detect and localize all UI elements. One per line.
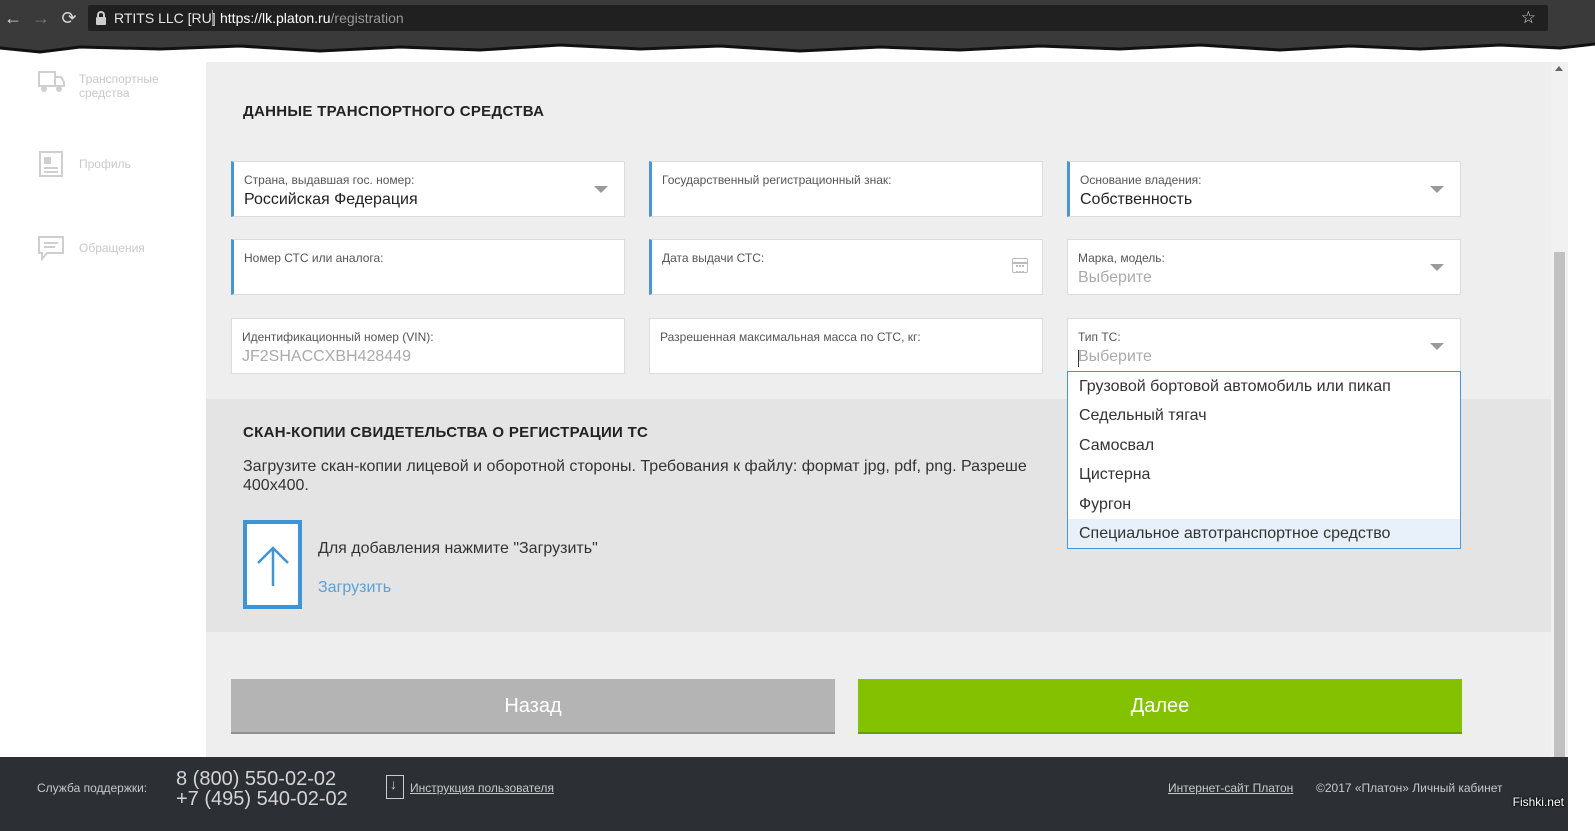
watermark: Fishki.net (1512, 795, 1564, 809)
download-doc-icon[interactable] (386, 775, 404, 799)
sidebar-item-vehicles[interactable]: Транспортные средства (37, 68, 197, 108)
scroll-up-arrow-icon[interactable] (1555, 66, 1563, 71)
scrollbar-thumb[interactable] (1554, 252, 1565, 757)
upload-arrow-icon (257, 546, 289, 586)
sidebar-item-requests[interactable]: Обращения (37, 234, 197, 274)
upload-link[interactable]: Загрузить (318, 579, 391, 597)
scan-requirements-text: Загрузите скан-копии лицевой и оборотной… (243, 458, 1027, 475)
sidebar-item-label: Профиль (79, 157, 131, 171)
copyright-text: ©2017 «Платон» Личный кабинет (1316, 781, 1503, 795)
dropdown-option[interactable]: Цистерна (1068, 460, 1460, 489)
browser-toolbar: ← → ⟳ RTITS LLC [RU] https://lk.platon.r… (0, 0, 1595, 36)
country-select[interactable]: Страна, выдавшая гос. номер: Российская … (231, 161, 625, 217)
plate-number-input[interactable]: Государственный регистрационный знак: (649, 161, 1043, 217)
certificate-name: RTITS LLC [RU] (114, 10, 216, 26)
torn-edge (0, 36, 1595, 62)
chevron-down-icon (1430, 343, 1444, 350)
lock-icon (96, 11, 106, 25)
sts-number-input[interactable]: Номер СТС или аналога: (231, 239, 625, 295)
calendar-icon[interactable] (1012, 258, 1028, 273)
profile-icon (39, 151, 63, 177)
ownership-select[interactable]: Основание владения: Собственность (1067, 161, 1461, 217)
vehicle-type-select[interactable]: Тип ТС: Выберите (1067, 318, 1461, 374)
dropdown-option[interactable]: Фургон (1068, 490, 1460, 519)
message-icon (38, 236, 64, 262)
address-bar[interactable]: RTITS LLC [RU] https://lk.platon.ru/regi… (88, 5, 1548, 31)
platon-site-link[interactable]: Интернет-сайт Платон (1168, 781, 1293, 795)
upload-hint: Для добавления нажмите "Загрузить" (318, 540, 598, 557)
footer: Служба поддержки: 8 (800) 550-02-02 +7 (… (0, 757, 1568, 831)
scan-section-title: СКАН-КОПИИ СВИДЕТЕЛЬСТВА О РЕГИСТРАЦИИ Т… (243, 424, 649, 441)
chevron-down-icon (1430, 186, 1444, 193)
upload-drop-zone[interactable] (243, 520, 302, 609)
vehicle-section-title: ДАННЫЕ ТРАНСПОРТНОГО СРЕДСТВА (243, 103, 545, 120)
back-button[interactable]: Назад (231, 679, 835, 734)
forward-arrow-icon[interactable]: → (30, 7, 52, 29)
sidebar: Транспортные средства Профиль Обращения (0, 62, 206, 757)
sidebar-item-label: Транспортные средства (79, 72, 159, 100)
make-model-select[interactable]: Марка, модель: Выберите (1067, 239, 1461, 295)
chevron-down-icon (594, 186, 608, 193)
sidebar-item-profile[interactable]: Профиль (37, 150, 197, 190)
dropdown-option-highlighted[interactable]: Специальное автотранспортное средство (1068, 519, 1460, 548)
sts-date-input[interactable]: Дата выдачи СТС: (649, 239, 1043, 295)
support-phone-2[interactable]: +7 (495) 540-02-02 (176, 788, 348, 811)
page-scrollbar[interactable] (1551, 62, 1568, 757)
reload-icon[interactable]: ⟳ (58, 7, 80, 29)
dropdown-option[interactable]: Самосвал (1068, 431, 1460, 460)
sidebar-item-label: Обращения (79, 241, 145, 255)
truck-icon (38, 71, 65, 92)
dropdown-option[interactable]: Седельный тягач (1068, 401, 1460, 430)
back-arrow-icon[interactable]: ← (2, 7, 24, 29)
vin-input[interactable]: Идентификационный номер (VIN): JF2SHACCX… (231, 318, 625, 374)
support-label: Служба поддержки: (37, 781, 148, 795)
bookmark-star-icon[interactable]: ☆ (1521, 8, 1536, 28)
max-mass-input[interactable]: Разрешенная максимальная масса по СТС, к… (649, 318, 1043, 374)
url-text: https://lk.platon.ru/registration (220, 10, 404, 26)
next-button[interactable]: Далее (858, 679, 1462, 734)
vehicle-type-dropdown: Грузовой бортовой автомобиль или пикап С… (1067, 371, 1461, 549)
dropdown-option[interactable]: Грузовой бортовой автомобиль или пикап (1068, 372, 1460, 401)
scan-requirements-text-cont: 400x400. (243, 477, 309, 494)
chevron-down-icon (1430, 264, 1444, 271)
user-manual-link[interactable]: Инструкция пользователя (410, 781, 554, 795)
